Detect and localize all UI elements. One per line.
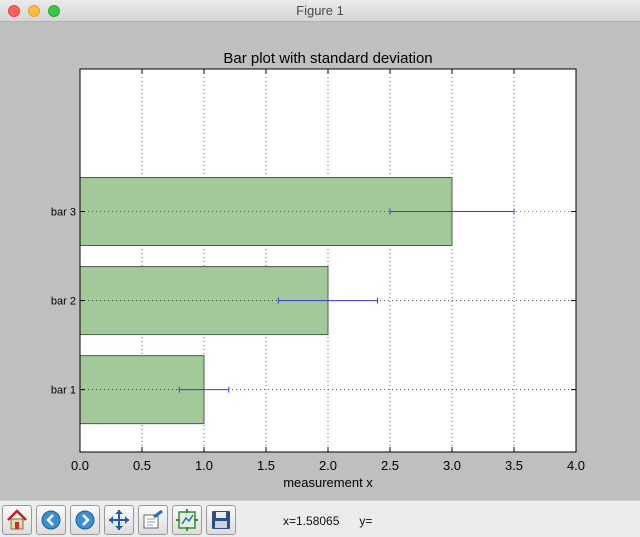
floppy-disk-icon (212, 511, 230, 529)
back-button[interactable] (36, 505, 66, 535)
zoom-rect-icon (143, 509, 163, 529)
subplots-icon (176, 509, 198, 531)
pan-button[interactable] (104, 505, 134, 535)
x-tick-label: 3.5 (505, 458, 523, 473)
x-coordinate-readout: x=1.58065 (283, 514, 340, 528)
y-tick-label: bar 1 (51, 385, 76, 397)
back-arrow-icon (41, 510, 61, 530)
x-tick-label: 2.5 (381, 458, 399, 473)
pan-arrows-icon (109, 510, 129, 530)
y-tick-label: bar 3 (51, 207, 76, 219)
title-bar: Figure 1 (0, 0, 640, 22)
x-tick-label: 4.0 (567, 458, 585, 473)
x-tick-label: 0.0 (71, 458, 89, 473)
x-tick-label: 2.0 (319, 458, 337, 473)
forward-button[interactable] (70, 505, 100, 535)
x-tick-label: 3.0 (443, 458, 461, 473)
y-coordinate-readout: y= (359, 514, 373, 528)
cursor-coordinates: x=1.58065 y= (283, 514, 372, 528)
save-button[interactable] (206, 505, 236, 535)
x-axis-label: measurement x (283, 475, 373, 490)
x-tick-label: 1.5 (257, 458, 275, 473)
forward-arrow-icon (75, 510, 95, 530)
navigation-toolbar: x=1.58065 y= (0, 500, 640, 537)
subplots-button[interactable] (172, 505, 202, 535)
home-button[interactable] (2, 505, 32, 535)
x-tick-label: 0.5 (133, 458, 151, 473)
chart-title: Bar plot with standard deviation (223, 50, 432, 67)
figure-window: Figure 1 0.0 0.5 1.0 1.5 2.0 2.5 3.0 3.5 4.0 bar … (0, 0, 640, 537)
bar-chart: 0.0 0.5 1.0 1.5 2.0 2.5 3.0 3.5 4.0 bar 1 bar 2 bar… (51, 50, 585, 490)
y-tick-label: bar 2 (51, 296, 76, 308)
figure-canvas[interactable]: 0.0 0.5 1.0 1.5 2.0 2.5 3.0 3.5 4.0 bar 1 bar 2 bar… (0, 22, 640, 500)
x-tick-label: 1.0 (195, 458, 213, 473)
home-icon (7, 509, 27, 530)
window-title: Figure 1 (296, 3, 344, 18)
zoom-button[interactable] (138, 505, 168, 535)
